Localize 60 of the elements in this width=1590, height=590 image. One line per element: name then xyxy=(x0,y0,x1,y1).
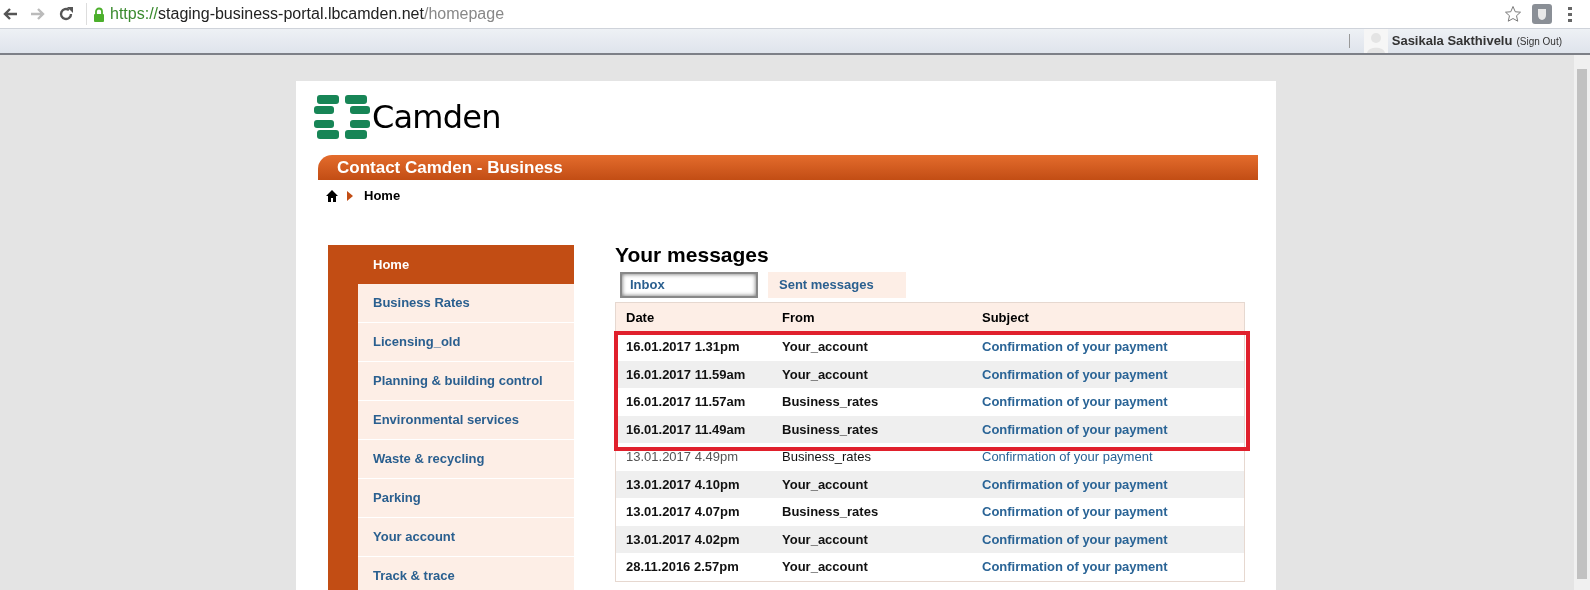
column-header: Subject xyxy=(981,309,1029,328)
address-field[interactable]: https://staging-business-portal.lbcamden.net/homepage xyxy=(110,2,505,26)
date-cell-text: 16.01.2017 11.49am xyxy=(625,420,747,439)
date-cell-text: 16.01.2017 11.59am xyxy=(625,365,747,384)
logo-text: Camden xyxy=(372,97,501,138)
breadcrumb-link[interactable]: Home xyxy=(364,186,401,206)
column-header: Date xyxy=(625,309,656,328)
sender-cell-text: Business_rates xyxy=(781,420,880,439)
sidebar-item[interactable]: Parking xyxy=(358,479,574,518)
sender-cell-text: Your_account xyxy=(781,475,869,494)
back-icon[interactable] xyxy=(2,7,18,21)
home-icon[interactable] xyxy=(326,190,338,202)
star-icon[interactable] xyxy=(1504,5,1522,23)
sidebar-item[interactable]: Business Rates xyxy=(358,284,574,323)
sender-cell-text: Your_account xyxy=(781,558,869,576)
subject-link[interactable]: Confirmation of your payment xyxy=(982,364,1168,384)
messages-heading: Your messages xyxy=(615,242,770,268)
sidebar-item[interactable]: Track & trace xyxy=(358,557,574,590)
sidebar-item[interactable]: Waste & recycling xyxy=(358,440,574,479)
sender-cell-text: Your_account xyxy=(781,365,869,384)
shield-icon[interactable] xyxy=(1532,4,1552,24)
message-tab[interactable]: Sent messages xyxy=(768,272,906,298)
menu-icon[interactable] xyxy=(1568,6,1572,22)
user-name: Sasikala Sakthivelu xyxy=(1391,32,1513,51)
message-row[interactable]: 16.01.2017 11.49am Business_rates Confirmation of your payment xyxy=(616,415,1244,443)
message-tab[interactable]: Inbox xyxy=(620,272,758,298)
date-cell-text: 13.01.2017 4.10pm xyxy=(625,475,741,494)
subject-link[interactable]: Confirmation of your payment xyxy=(982,392,1168,412)
subject-link[interactable]: Confirmation of your payment xyxy=(982,447,1153,467)
sign-out-link[interactable]: (Sign Out) xyxy=(1516,33,1562,49)
lock-icon xyxy=(93,6,105,22)
subject-link[interactable]: Confirmation of your payment xyxy=(982,557,1168,577)
subject-link[interactable]: Confirmation of your payment xyxy=(982,502,1168,522)
sender-cell-text: Your_account xyxy=(781,530,869,549)
sidebar-item[interactable]: Licensing_old xyxy=(358,323,574,362)
sender-cell-text: Business_rates xyxy=(781,503,880,521)
column-header: From xyxy=(781,309,816,328)
date-cell-text: 13.01.2017 4.49pm xyxy=(625,448,740,466)
chevron-icon xyxy=(347,191,353,201)
sidebar-item[interactable]: Your account xyxy=(358,518,574,557)
date-cell-text: 16.01.2017 1.31pm xyxy=(625,338,741,356)
sender-cell-text: Business_rates xyxy=(781,448,872,466)
subject-link[interactable]: Confirmation of your payment xyxy=(982,419,1168,439)
date-cell-text: 13.01.2017 4.02pm xyxy=(625,530,741,549)
sidebar-item[interactable]: Planning & building control xyxy=(358,362,574,401)
page-banner: Contact Camden - Business xyxy=(318,155,1258,180)
reload-icon[interactable] xyxy=(58,6,74,22)
date-cell-text: 28.11.2016 2.57pm xyxy=(625,558,740,576)
sender-cell-text: Your_account xyxy=(781,338,869,356)
logo-icon xyxy=(314,95,370,139)
subject-link[interactable]: Confirmation of your payment xyxy=(982,474,1168,494)
message-row[interactable]: 13.01.2017 4.10pm Your_account Confirmation of your payment xyxy=(616,470,1244,498)
message-row[interactable]: 16.01.2017 11.59am Your_account Confirmation of your payment xyxy=(616,360,1244,388)
date-cell-text: 16.01.2017 11.57am xyxy=(625,393,747,411)
sidebar-item[interactable]: Environmental services xyxy=(358,401,574,440)
date-cell-text: 13.01.2017 4.07pm xyxy=(625,503,741,521)
subject-link[interactable]: Confirmation of your payment xyxy=(982,337,1168,357)
subject-link[interactable]: Confirmation of your payment xyxy=(982,529,1168,549)
sender-cell-text: Business_rates xyxy=(781,393,880,411)
message-row[interactable]: 13.01.2017 4.02pm Your_account Confirmation of your payment xyxy=(616,525,1244,553)
